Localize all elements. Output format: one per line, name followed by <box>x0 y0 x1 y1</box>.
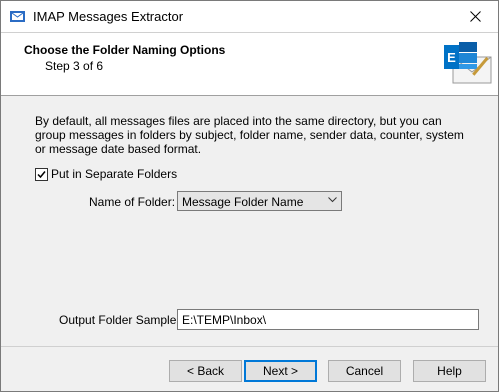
window-title: IMAP Messages Extractor <box>33 9 184 24</box>
close-icon <box>469 11 481 22</box>
output-sample-label: Output Folder Sample: <box>59 313 180 327</box>
exchange-mail-icon: E <box>444 42 492 84</box>
folder-name-value: Message Folder Name <box>182 195 304 209</box>
wizard-window: IMAP Messages Extractor Choose the Folde… <box>0 0 499 392</box>
cancel-button[interactable]: Cancel <box>328 360 401 382</box>
page-title: Choose the Folder Naming Options <box>24 43 226 57</box>
separate-folders-label[interactable]: Put in Separate Folders <box>51 167 177 181</box>
help-button[interactable]: Help <box>413 360 486 382</box>
separate-folders-checkbox-row[interactable]: Put in Separate Folders <box>35 167 177 181</box>
description-text: By default, all messages files are place… <box>35 114 464 156</box>
checkmark-icon <box>37 170 46 178</box>
svg-text:E: E <box>447 50 456 65</box>
footer-divider <box>1 346 498 347</box>
output-sample-value: E:\TEMP\Inbox\ <box>182 313 267 327</box>
back-button[interactable]: < Back <box>169 360 242 382</box>
separate-folders-checkbox[interactable] <box>35 167 48 181</box>
folder-name-label: Name of Folder: <box>89 195 176 209</box>
app-icon <box>10 11 25 22</box>
output-sample-field[interactable]: E:\TEMP\Inbox\ <box>177 309 479 330</box>
chevron-down-icon <box>328 197 337 203</box>
next-button[interactable]: Next > <box>244 360 317 382</box>
wizard-header: Choose the Folder Naming Options Step 3 … <box>1 32 498 96</box>
step-indicator: Step 3 of 6 <box>45 59 104 73</box>
title-bar[interactable]: IMAP Messages Extractor <box>1 1 498 32</box>
close-button[interactable] <box>452 1 498 32</box>
folder-name-dropdown[interactable]: Message Folder Name <box>177 191 342 211</box>
